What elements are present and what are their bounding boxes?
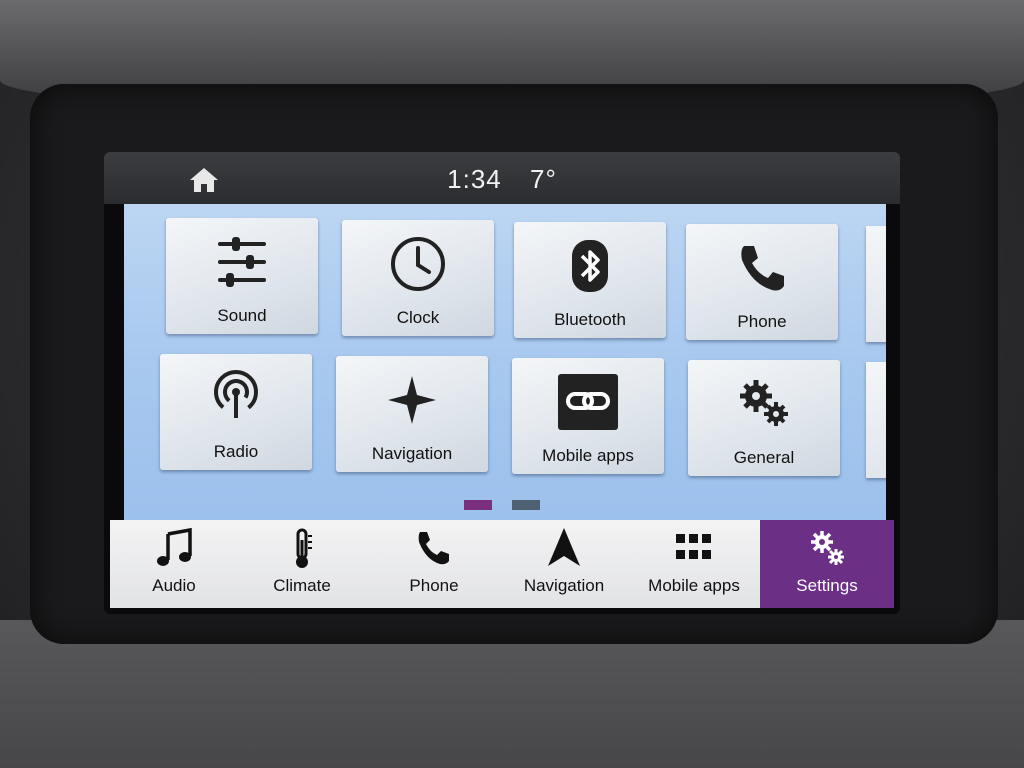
- status-bar: 1:34 7°: [104, 152, 900, 204]
- bluetooth-icon: [572, 240, 608, 292]
- tile-sound[interactable]: Sound: [166, 218, 318, 334]
- music-note-icon: [157, 527, 192, 566]
- tile-label: Navigation: [371, 444, 453, 463]
- link-icon: [558, 374, 618, 430]
- nav-label: Phone: [409, 576, 459, 595]
- nav-label: Settings: [796, 576, 858, 595]
- equalizer-icon: [218, 237, 266, 287]
- radio-icon: [214, 370, 258, 418]
- outside-temperature: 7°: [529, 164, 557, 194]
- nav-label: Mobile apps: [648, 576, 740, 595]
- page-indicator-1[interactable]: [464, 500, 492, 510]
- settings-grid: Sound Clock Bluetooth Phone Radio Naviga…: [124, 204, 886, 530]
- tile-label: Bluetooth: [554, 310, 626, 329]
- navigation-arrow-icon: [548, 528, 580, 566]
- tile-navigation[interactable]: Navigation: [336, 356, 488, 472]
- nav-label: Audio: [152, 576, 196, 595]
- tile-label: Mobile apps: [542, 446, 634, 465]
- nav-label: Navigation: [523, 576, 605, 595]
- nav-label: Climate: [273, 576, 331, 595]
- tile-label: General: [733, 448, 795, 467]
- nav-phone[interactable]: Phone: [370, 520, 498, 608]
- thermometer-icon: [296, 528, 312, 568]
- phone-icon: [741, 246, 784, 291]
- tile-general[interactable]: General: [688, 360, 840, 476]
- nav-audio[interactable]: Audio: [110, 520, 238, 608]
- tile-radio[interactable]: Radio: [160, 354, 312, 470]
- tile-label: Clock: [396, 308, 440, 327]
- infotainment-screen: 1:34 7° Sound Clock Bluetooth Phone Radi…: [104, 152, 900, 614]
- compass-star-icon: [388, 376, 436, 424]
- tile-label: Sound: [217, 306, 267, 325]
- gears-icon: [811, 531, 844, 565]
- tile-clock[interactable]: Clock: [342, 220, 494, 336]
- app-grid-icon: [676, 534, 711, 559]
- tile-label: Radio: [213, 442, 259, 461]
- nav-settings[interactable]: Settings: [760, 520, 894, 608]
- next-page-tile-peek: [866, 362, 886, 478]
- gears-icon: [740, 380, 788, 426]
- phone-icon: [418, 532, 449, 565]
- clock-icon: [391, 237, 445, 291]
- status-readout: 1:34 7°: [104, 164, 900, 195]
- tile-phone[interactable]: Phone: [686, 224, 838, 340]
- page-indicator-2[interactable]: [512, 500, 540, 510]
- tile-bluetooth[interactable]: Bluetooth: [514, 222, 666, 338]
- clock-time: 1:34: [447, 164, 502, 194]
- next-page-tile-peek: [866, 226, 886, 342]
- nav-climate[interactable]: Climate: [238, 520, 366, 608]
- nav-navigation[interactable]: Navigation: [500, 520, 628, 608]
- nav-mobile-apps[interactable]: Mobile apps: [630, 520, 758, 608]
- tile-mobile-apps[interactable]: Mobile apps: [512, 358, 664, 474]
- tile-label: Phone: [737, 312, 787, 331]
- bottom-nav-bar: Audio Climate Phone Navigation Mobile ap…: [110, 520, 894, 608]
